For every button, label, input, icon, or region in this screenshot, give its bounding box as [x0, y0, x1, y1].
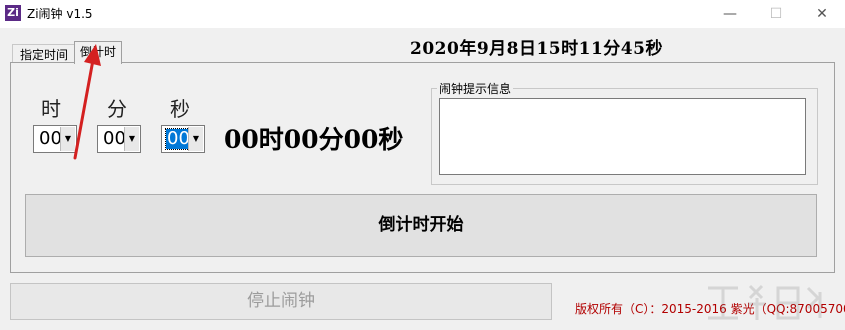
- chevron-down-icon[interactable]: ▼: [188, 127, 203, 151]
- current-time-display: 2020年9月8日15时11分45秒: [410, 39, 663, 59]
- minute-select[interactable]: 00 ▼: [97, 125, 141, 153]
- hour-select[interactable]: 00 ▼: [33, 125, 77, 153]
- minimize-button[interactable]: —: [707, 0, 753, 28]
- message-group-title: 闹钟提示信息: [437, 80, 514, 97]
- watermark-logo: [708, 284, 822, 320]
- title-bar: Zi Zi闹钟 v1.5 — ☐ ✕: [0, 0, 845, 28]
- hour-label: 时: [41, 97, 61, 121]
- minute-label: 分: [107, 97, 127, 121]
- app-icon: Zi: [5, 5, 21, 21]
- start-countdown-button[interactable]: 倒计时开始: [25, 194, 817, 257]
- window-title: Zi闹钟 v1.5: [27, 7, 93, 21]
- chevron-down-icon[interactable]: ▼: [60, 127, 75, 151]
- second-label: 秒: [170, 97, 190, 121]
- tab-countdown[interactable]: 倒计时: [74, 41, 122, 64]
- second-select[interactable]: 00 ▼: [161, 125, 205, 153]
- chevron-down-icon[interactable]: ▼: [124, 127, 139, 151]
- stop-alarm-button[interactable]: 停止闹钟: [10, 283, 552, 320]
- message-textarea[interactable]: [439, 98, 806, 175]
- maximize-button[interactable]: ☐: [753, 0, 799, 28]
- countdown-readout: 00时00分00秒: [224, 125, 404, 154]
- close-button[interactable]: ✕: [799, 0, 845, 28]
